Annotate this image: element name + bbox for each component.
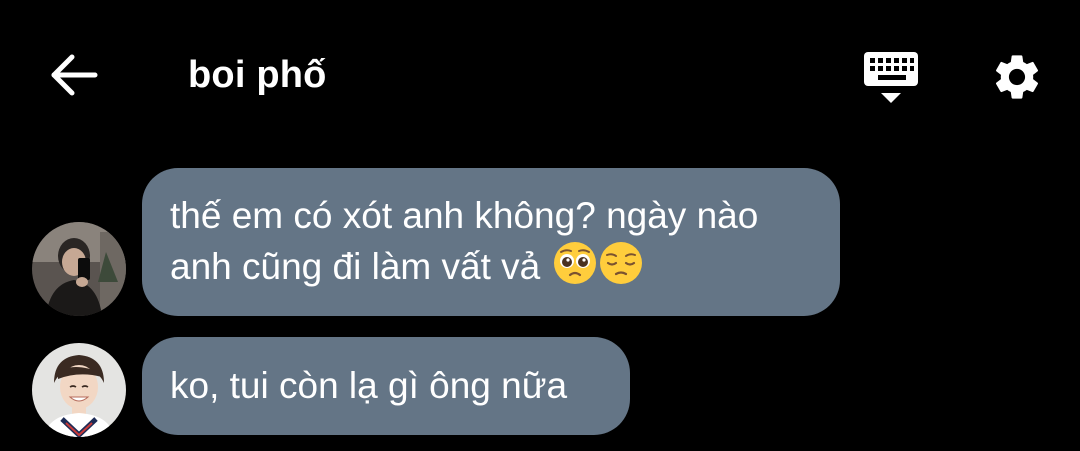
avatar-smiling-guy xyxy=(32,343,126,437)
message-text-line: ko, tui còn lạ gì ông nữa xyxy=(170,365,568,406)
avatar-guy-mirror-selfie xyxy=(32,222,126,316)
message-text-line: thế em có xót anh không? ngày nào xyxy=(170,195,759,236)
keyboard-icon xyxy=(864,52,918,103)
settings-button[interactable] xyxy=(988,50,1046,104)
message-bubble[interactable]: ko, tui còn lạ gì ông nữa xyxy=(142,337,630,435)
back-button[interactable] xyxy=(46,50,102,100)
message-text-line-2: anh cũng đi làm vất vả xyxy=(170,241,840,298)
sender-avatar[interactable] xyxy=(32,222,126,316)
arrow-left-icon xyxy=(51,54,98,96)
sender-avatar[interactable] xyxy=(32,343,126,437)
pensive-face-emoji xyxy=(599,241,643,298)
pleading-face-emoji xyxy=(553,241,597,298)
keyboard-button[interactable] xyxy=(862,50,920,106)
chat-header: boi phố xyxy=(0,0,1080,150)
chat-title: boi phố xyxy=(188,54,327,96)
message-bubble[interactable]: thế em có xót anh không? ngày nào anh cũ… xyxy=(142,168,840,316)
gear-icon xyxy=(995,55,1039,99)
